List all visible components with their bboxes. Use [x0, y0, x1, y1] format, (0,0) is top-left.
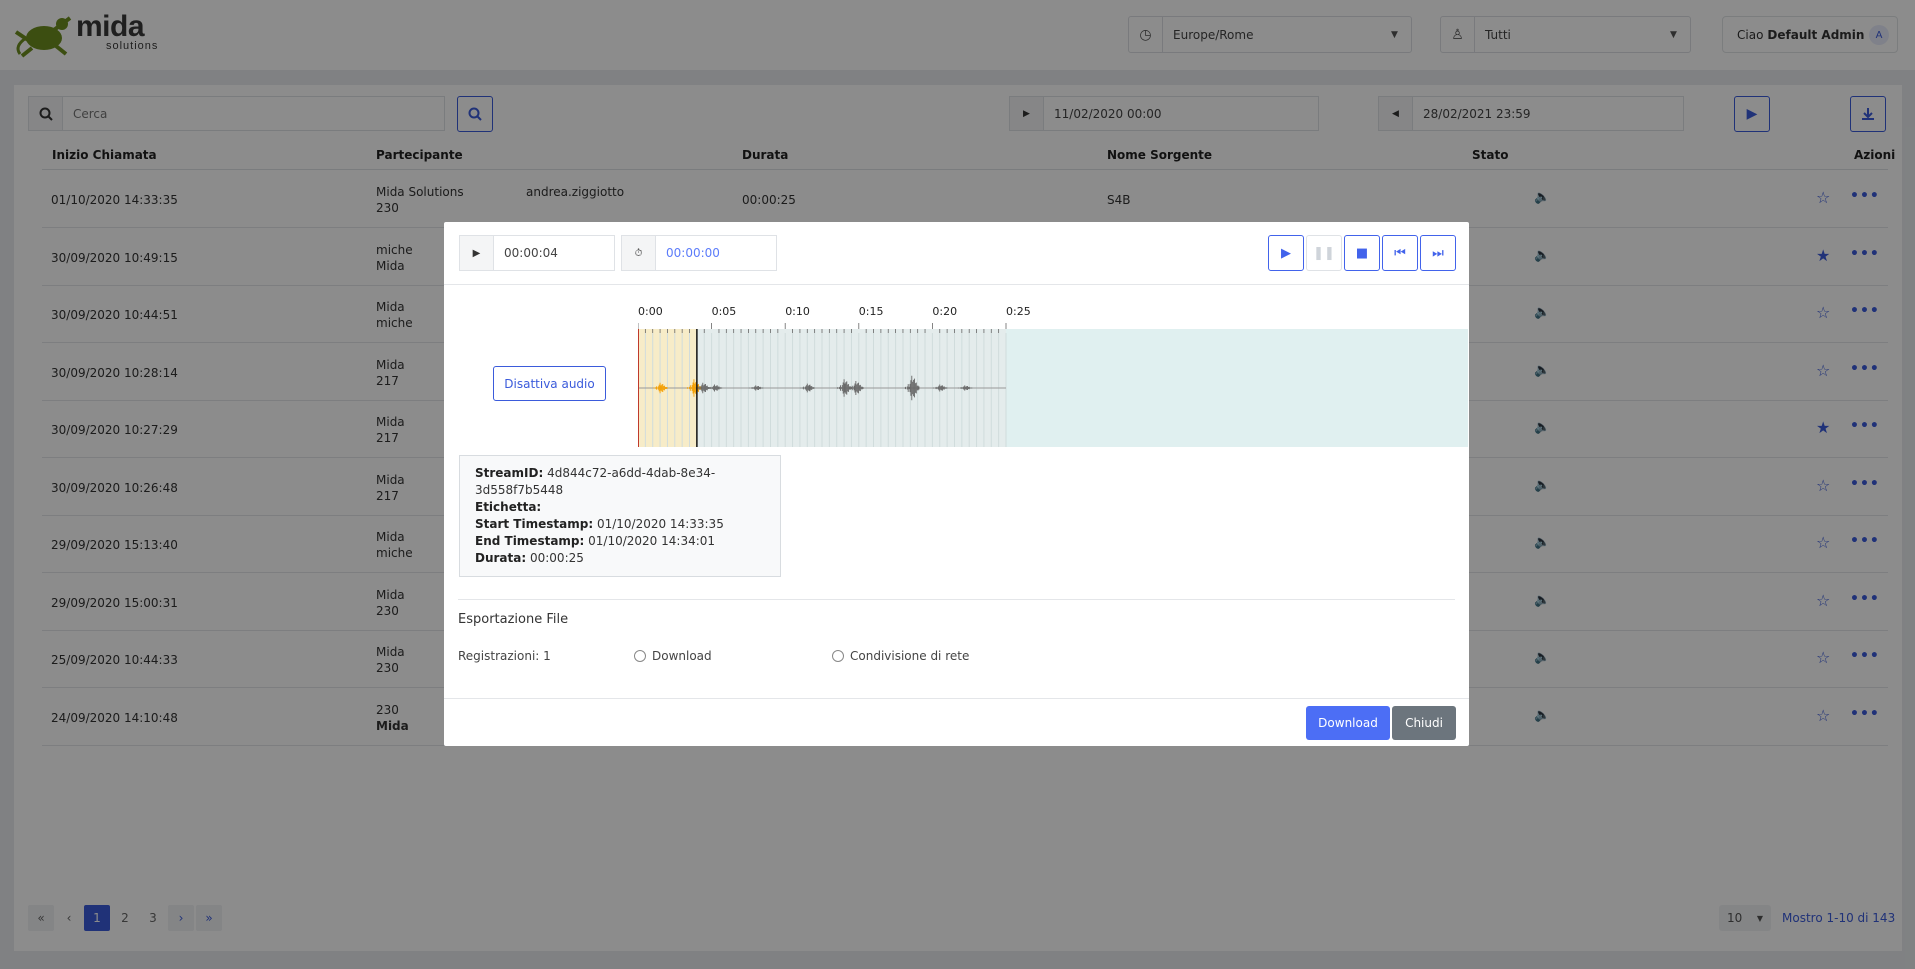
duration-label: Durata: [475, 551, 527, 565]
download-button[interactable]: Download [1306, 706, 1390, 740]
timeline-tick-label: 0:00 [638, 305, 663, 318]
download-option[interactable]: Download [634, 649, 712, 663]
timeline-tick-label: 0:05 [712, 305, 737, 318]
modal-footer-divider [444, 698, 1469, 699]
start-ts-label: Start Timestamp: [475, 517, 594, 531]
network-share-option[interactable]: Condivisione di rete [832, 649, 969, 663]
timeline-tick-label: 0:10 [785, 305, 810, 318]
label-label: Etichetta: [475, 500, 542, 514]
divider [458, 599, 1455, 600]
download-option-label: Download [652, 649, 712, 663]
waveform-timeline[interactable]: 0:00 0:05 0:10 0:15 0:20 0:25 [638, 300, 1468, 448]
timeline-tick-label: 0:15 [859, 305, 884, 318]
play-icon: ▶ [1281, 245, 1291, 261]
network-share-radio[interactable] [832, 650, 844, 662]
forward-button[interactable]: ⏭ [1420, 235, 1456, 271]
stop-button[interactable]: ■ [1344, 235, 1380, 271]
skip-forward-icon: ⏭ [1432, 245, 1444, 261]
play-button[interactable]: ▶ [1268, 235, 1304, 271]
mute-audio-button[interactable]: Disattiva audio [493, 366, 606, 401]
end-ts-value: 01/10/2020 14:34:01 [588, 534, 716, 548]
duration-value: 00:00:25 [529, 551, 584, 565]
network-share-option-label: Condivisione di rete [850, 649, 970, 663]
timer-input[interactable] [656, 236, 776, 270]
timeline-tick-label: 0:20 [932, 305, 957, 318]
caret-right-icon: ▶ [460, 236, 494, 270]
timer-field[interactable]: ⏱ [621, 235, 777, 271]
recording-player-modal: ▶ ⏱ ▶ ❚❚ ■ ⏮ ⏭ Disattiva audio 0:000:050… [444, 222, 1469, 746]
start-ts-value: 01/10/2020 14:33:35 [596, 517, 724, 531]
stream-info-box: StreamID: 4d844c72-a6dd-4dab-8e34-3d558f… [459, 455, 781, 577]
skip-back-icon: ⏮ [1394, 245, 1406, 261]
stream-id-label: StreamID: [475, 466, 544, 480]
position-input[interactable] [494, 236, 614, 270]
close-button[interactable]: Chiudi [1392, 706, 1456, 740]
stop-icon: ■ [1355, 245, 1369, 261]
timeline-tick-label: 0:25 [1006, 305, 1031, 318]
export-title: Esportazione File [458, 612, 569, 627]
recordings-count: Registrazioni: 1 [458, 649, 551, 663]
position-field[interactable]: ▶ [459, 235, 615, 271]
stopwatch-icon: ⏱ [622, 236, 656, 270]
player-toolbar: ▶ ⏱ ▶ ❚❚ ■ ⏮ ⏭ [444, 222, 1469, 285]
pause-icon: ❚❚ [1313, 245, 1335, 261]
download-radio[interactable] [634, 650, 646, 662]
pause-button[interactable]: ❚❚ [1306, 235, 1342, 271]
rewind-button[interactable]: ⏮ [1382, 235, 1418, 271]
end-ts-label: End Timestamp: [475, 534, 585, 548]
